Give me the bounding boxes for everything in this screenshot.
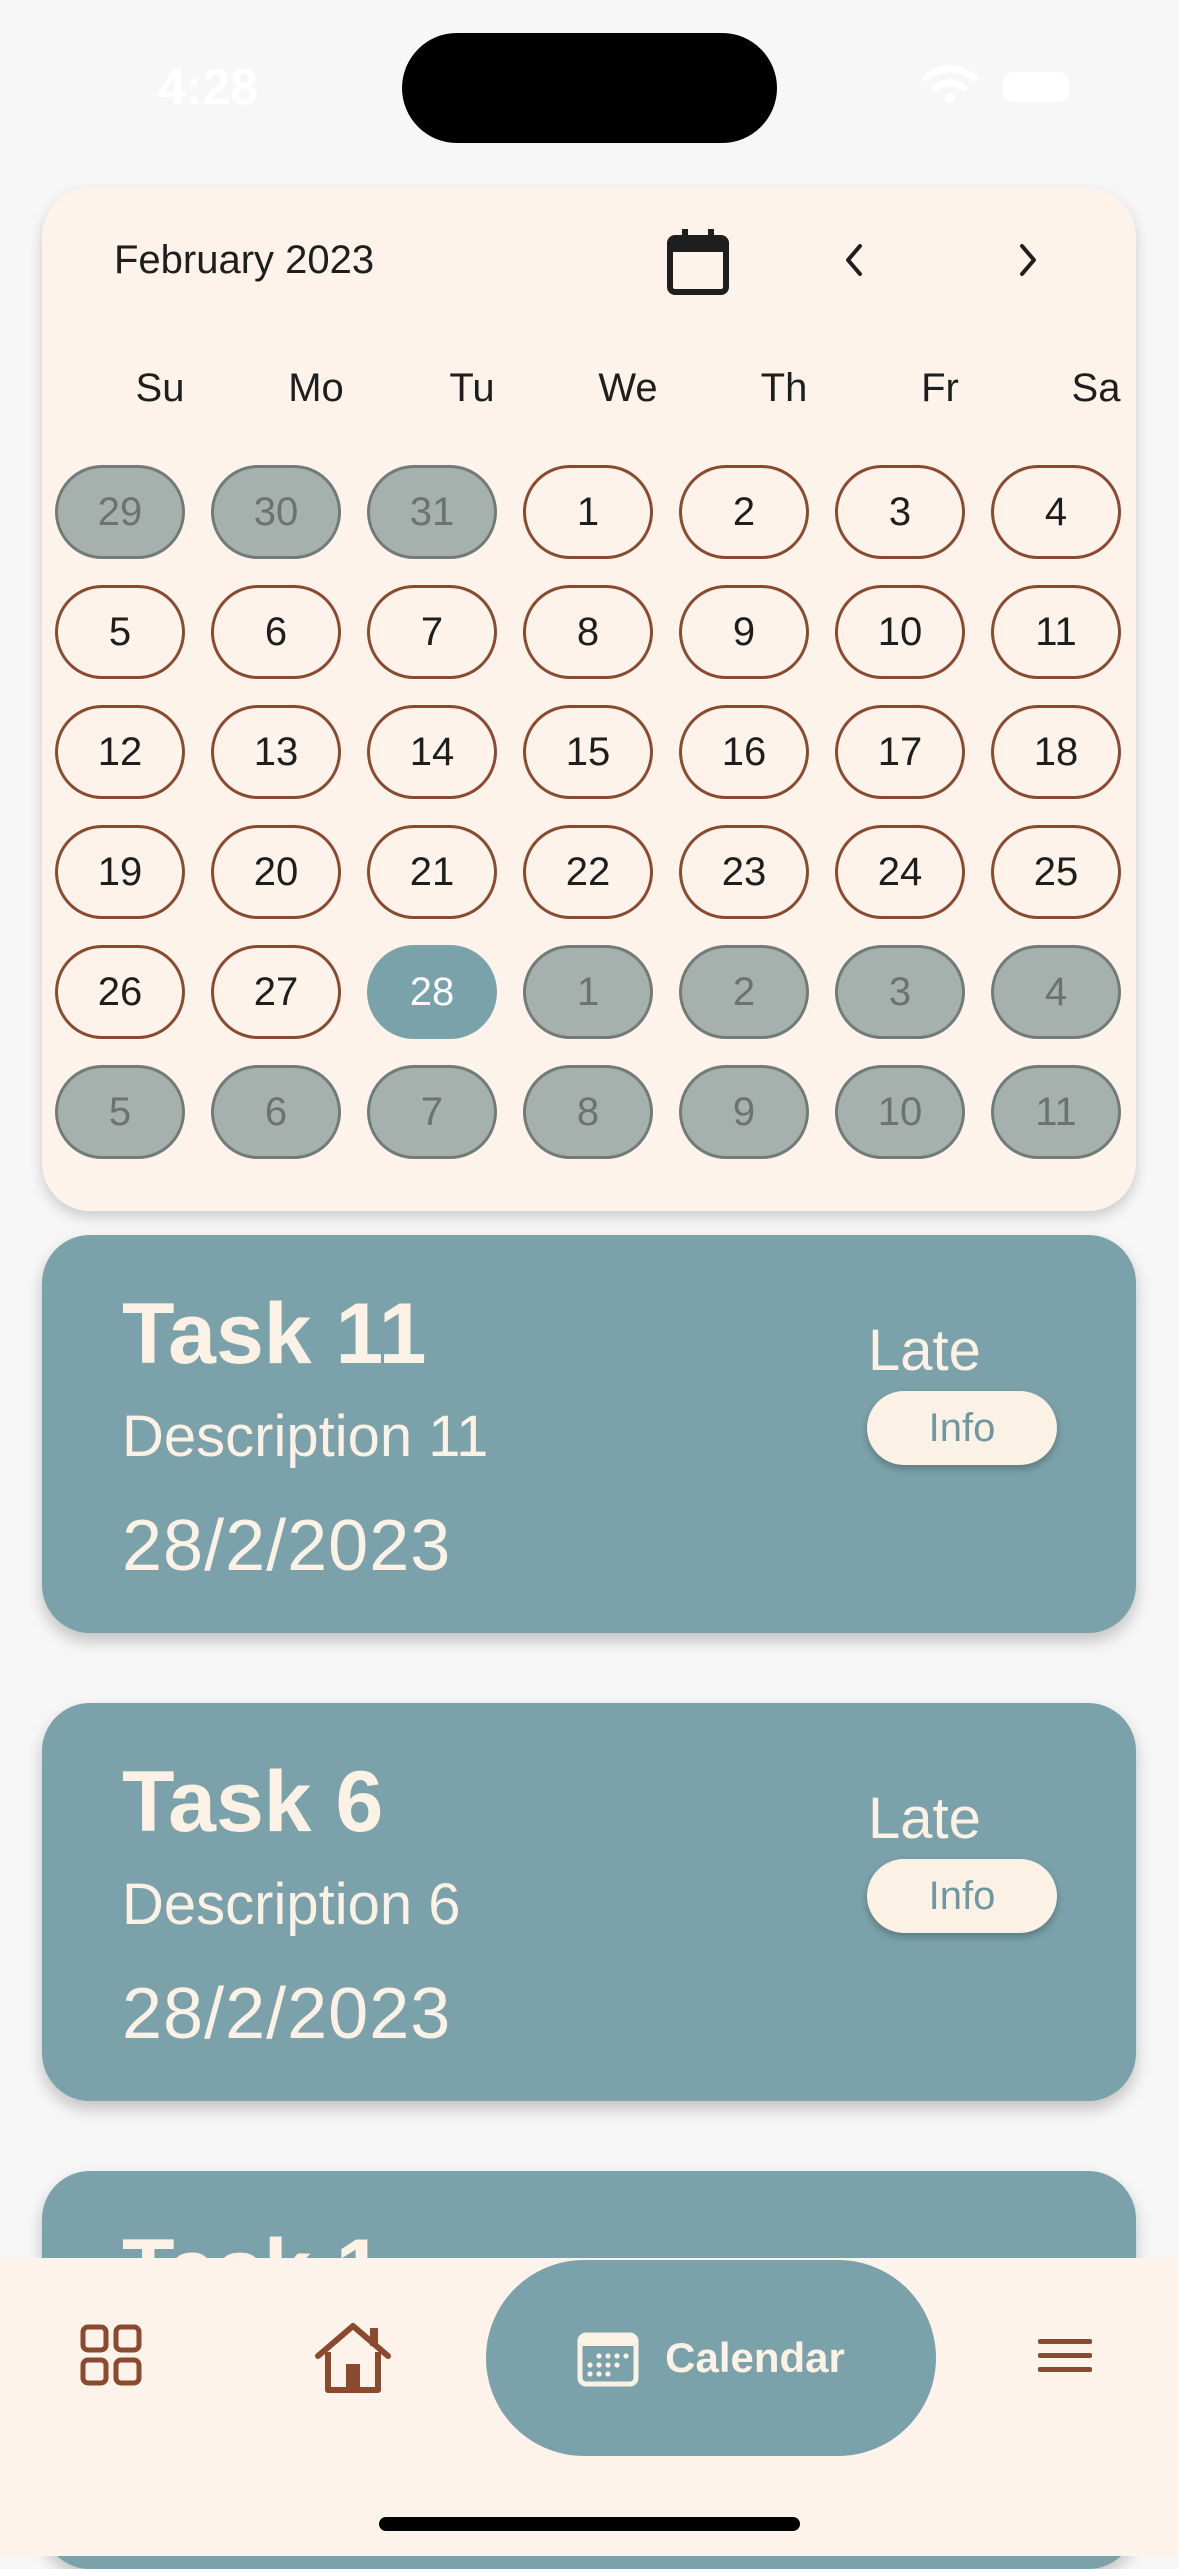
day-cell[interactable]: 4	[991, 465, 1121, 559]
day-cell[interactable]: 9	[679, 585, 809, 679]
day-cell[interactable]: 31	[367, 465, 497, 559]
status-time: 4:28	[158, 59, 259, 115]
task-date: 28/2/2023	[122, 1506, 452, 1586]
day-cell[interactable]: 2	[679, 465, 809, 559]
dynamic-island	[402, 33, 777, 143]
home-indicator	[379, 2517, 800, 2531]
calendar-nav-label: Calendar	[665, 2334, 845, 2381]
month-label: February 2023	[114, 238, 375, 282]
day-cell[interactable]: 16	[679, 705, 809, 799]
day-cell[interactable]: 26	[55, 945, 185, 1039]
day-cell[interactable]: 9	[679, 1065, 809, 1159]
task-title: Task 6	[122, 1754, 384, 1850]
day-cell[interactable]: 1	[523, 465, 653, 559]
day-cell[interactable]: 8	[523, 585, 653, 679]
day-cell[interactable]: 7	[367, 1065, 497, 1159]
day-cell[interactable]: 2	[679, 945, 809, 1039]
task-card[interactable]: Task 11 Description 11 28/2/2023 Late In…	[42, 1235, 1136, 1633]
chevron-right-icon[interactable]	[1012, 240, 1044, 280]
day-cell[interactable]: 1	[523, 945, 653, 1039]
day-cell[interactable]: 14	[367, 705, 497, 799]
day-cell[interactable]: 22	[523, 825, 653, 919]
day-cell[interactable]: 23	[679, 825, 809, 919]
day-cell[interactable]: 8	[523, 1065, 653, 1159]
day-cell[interactable]: 4	[991, 945, 1121, 1039]
day-cell[interactable]: 29	[55, 465, 185, 559]
day-cell[interactable]: 5	[55, 585, 185, 679]
calendar-icon	[577, 2332, 639, 2387]
day-cell[interactable]: 13	[211, 705, 341, 799]
calendar-nav-button[interactable]: Calendar	[486, 2260, 936, 2456]
day-cell[interactable]: 17	[835, 705, 965, 799]
task-status: Late	[868, 1786, 981, 1851]
weekday-label: Su	[135, 366, 185, 410]
day-cell[interactable]: 27	[211, 945, 341, 1039]
day-cell[interactable]: 21	[367, 825, 497, 919]
status-bar: 4:28	[0, 0, 1179, 180]
day-cell[interactable]: 18	[991, 705, 1121, 799]
chevron-left-icon[interactable]	[838, 240, 870, 280]
task-title: Task 11	[122, 1286, 427, 1382]
weekday-label: Fr	[921, 366, 959, 410]
day-cell[interactable]: 11	[991, 585, 1121, 679]
day-cell[interactable]: 15	[523, 705, 653, 799]
day-cell[interactable]: 12	[55, 705, 185, 799]
task-status: Late	[868, 1318, 981, 1383]
grid-icon[interactable]	[80, 2324, 142, 2386]
day-cell[interactable]: 3	[835, 465, 965, 559]
battery-icon	[1003, 72, 1069, 102]
day-cell[interactable]: 6	[211, 1065, 341, 1159]
day-cell[interactable]: 20	[211, 825, 341, 919]
weekday-label: Th	[760, 366, 808, 410]
task-description: Description 6	[122, 1872, 461, 1937]
task-description: Description 11	[122, 1404, 489, 1469]
day-cell[interactable]: 30	[211, 465, 341, 559]
day-cell[interactable]: 10	[835, 1065, 965, 1159]
task-date: 28/2/2023	[122, 1974, 452, 2054]
weekday-label: We	[598, 366, 658, 410]
day-cell[interactable]: 3	[835, 945, 965, 1039]
day-cell[interactable]: 19	[55, 825, 185, 919]
weekday-label: Tu	[449, 366, 495, 410]
task-card[interactable]: Task 6 Description 6 28/2/2023 Late Info	[42, 1703, 1136, 2101]
calendar-icon[interactable]	[662, 226, 734, 298]
info-button[interactable]: Info	[867, 1859, 1057, 1933]
info-button[interactable]: Info	[867, 1391, 1057, 1465]
day-cell[interactable]: 24	[835, 825, 965, 919]
day-cell[interactable]: 10	[835, 585, 965, 679]
home-icon[interactable]	[314, 2320, 392, 2394]
weekday-label: Sa	[1071, 366, 1121, 410]
calendar-card: February 2023 Su Mo Tu We Th Fr Sa 29 30 3…	[42, 188, 1136, 1211]
weekday-label: Mo	[288, 366, 344, 410]
day-cell[interactable]: 6	[211, 585, 341, 679]
menu-icon[interactable]	[1036, 2336, 1094, 2376]
day-cell[interactable]: 5	[55, 1065, 185, 1159]
day-cell[interactable]: 7	[367, 585, 497, 679]
day-cell[interactable]: 11	[991, 1065, 1121, 1159]
bottom-nav: Calendar	[0, 2258, 1179, 2556]
day-cell[interactable]: 25	[991, 825, 1121, 919]
day-cell-selected[interactable]: 28	[367, 945, 497, 1039]
wifi-icon	[922, 65, 978, 103]
